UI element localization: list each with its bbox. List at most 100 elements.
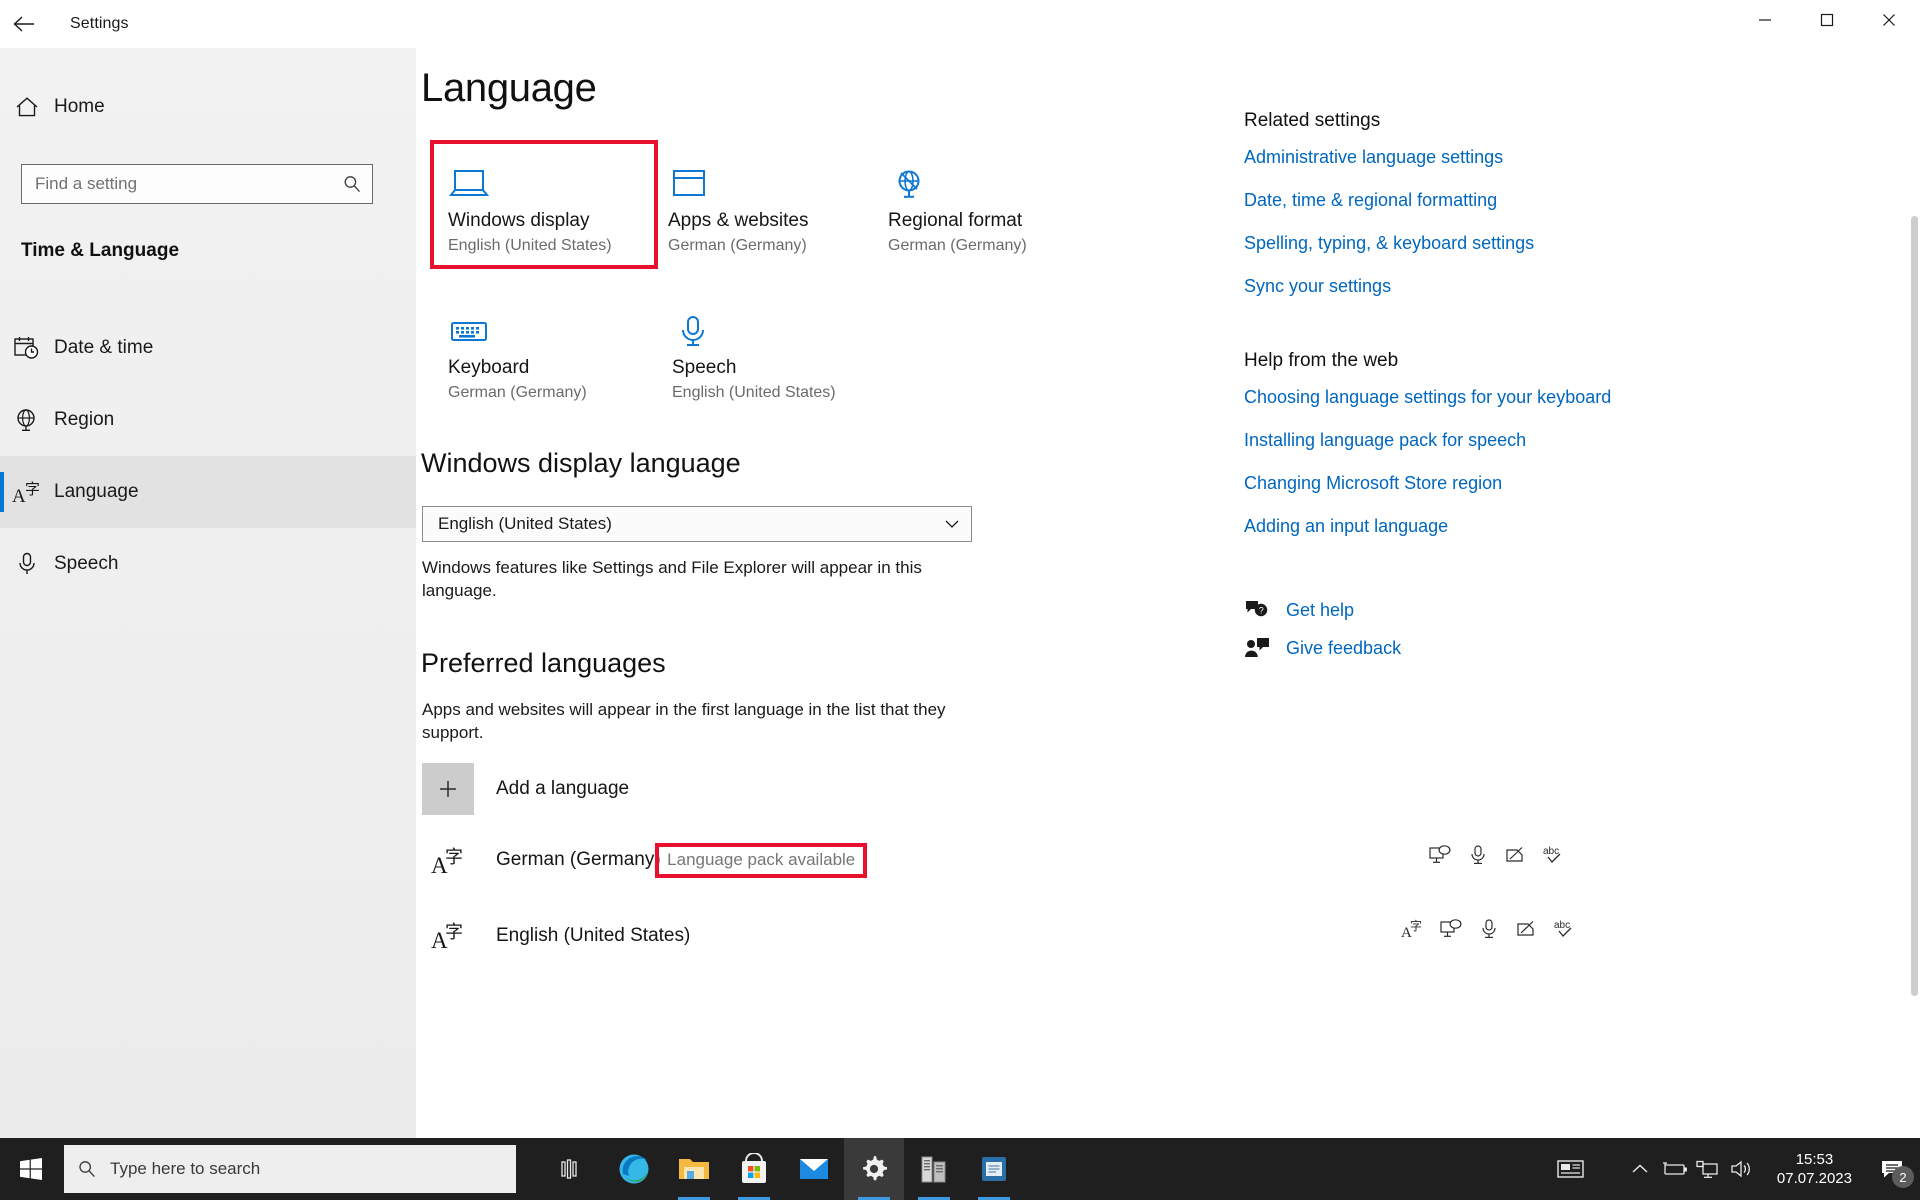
scrollbar[interactable] xyxy=(1906,96,1920,1186)
news-weather-icon[interactable] xyxy=(1545,1138,1597,1200)
server-manager-icon[interactable] xyxy=(904,1138,964,1200)
display-language-dropdown[interactable]: English (United States) xyxy=(422,506,972,542)
tile-row: Windows display English (United States) … xyxy=(430,140,1094,269)
task-view-icon[interactable] xyxy=(544,1138,604,1200)
chevron-down-icon xyxy=(933,518,971,530)
taskbar: Type here to search 15:53 07.07.2023 2 xyxy=(0,1138,1920,1200)
edge-icon[interactable] xyxy=(604,1138,664,1200)
language-name: English (United States) xyxy=(496,925,691,946)
language-row-actions: A 字 abc xyxy=(1401,916,1577,942)
notepad-icon[interactable] xyxy=(964,1138,1024,1200)
language-icon[interactable]: A 字 xyxy=(1401,916,1425,942)
battery-charging-icon[interactable] xyxy=(1657,1138,1691,1200)
sidebar-item-home[interactable]: Home xyxy=(0,83,416,131)
related-link-administrative[interactable]: Administrative language settings xyxy=(1244,146,1674,169)
tile-value: German (Germany) xyxy=(448,384,587,401)
sidebar-item-speech[interactable]: Speech xyxy=(0,528,416,600)
language-status: Language pack available xyxy=(655,842,868,878)
volume-icon[interactable] xyxy=(1725,1138,1759,1200)
add-language-label: Add a language xyxy=(496,778,630,799)
support-links: ? Get help Give feedback xyxy=(1244,598,1674,660)
tile-title: Keyboard xyxy=(448,357,530,378)
svg-text:abc: abc xyxy=(1543,846,1559,857)
microphone-icon xyxy=(0,551,54,577)
tile-title: Windows display xyxy=(448,210,590,231)
sidebar-item-label: Region xyxy=(54,409,115,430)
scrollbar-thumb[interactable] xyxy=(1911,216,1918,996)
spellcheck-icon[interactable]: abc xyxy=(1542,842,1566,868)
feedback-person-icon xyxy=(1244,636,1286,660)
chevron-up-icon[interactable] xyxy=(1623,1138,1657,1200)
help-link-input-language[interactable]: Adding an input language xyxy=(1244,515,1674,538)
help-link-store-region[interactable]: Changing Microsoft Store region xyxy=(1244,472,1674,495)
sidebar-item-label: Speech xyxy=(54,553,119,574)
microphone-icon xyxy=(672,299,870,347)
display-language-description: Windows features like Settings and File … xyxy=(422,558,922,600)
tile-windows-display[interactable]: Windows display English (United States) xyxy=(430,140,658,269)
list-item-text: English (United States) xyxy=(496,925,690,947)
search-input[interactable] xyxy=(22,174,332,194)
list-item[interactable]: A 字 English (United States) xyxy=(422,908,992,964)
list-item[interactable]: A 字 German (Germany) Language pack avail… xyxy=(422,833,992,889)
laptop-icon xyxy=(448,152,642,200)
maximize-button[interactable] xyxy=(1796,0,1858,40)
mail-icon[interactable] xyxy=(784,1138,844,1200)
globe-stand-icon xyxy=(0,407,54,433)
microsoft-store-icon[interactable] xyxy=(724,1138,784,1200)
handwriting-icon[interactable] xyxy=(1515,916,1539,942)
tile-regional-format[interactable]: Regional format German (Germany) xyxy=(874,144,1094,265)
tile-speech[interactable]: Speech English (United States) xyxy=(658,291,882,412)
action-center-icon[interactable]: 2 xyxy=(1866,1138,1920,1200)
get-help-button[interactable]: ? Get help xyxy=(1244,598,1674,622)
clock[interactable]: 15:53 07.07.2023 xyxy=(1777,1150,1852,1188)
tile-row: Keyboard German (Germany) Speech English… xyxy=(434,291,1094,412)
display-language-icon[interactable] xyxy=(1428,842,1452,868)
taskbar-search-placeholder: Type here to search xyxy=(110,1159,261,1178)
taskbar-search-box[interactable]: Type here to search xyxy=(64,1145,516,1193)
tile-title: Regional format xyxy=(888,210,1023,231)
file-explorer-icon[interactable] xyxy=(664,1138,724,1200)
section-heading-display-language: Windows display language xyxy=(421,448,741,478)
add-language-button[interactable]: Add a language xyxy=(422,763,629,815)
notification-count-badge: 2 xyxy=(1892,1166,1914,1188)
language-row-actions: abc xyxy=(1428,842,1566,868)
tile-value: German (Germany) xyxy=(668,237,807,254)
keyboard-icon xyxy=(448,299,646,347)
taskbar-apps xyxy=(544,1138,1024,1200)
sidebar-item-date-time[interactable]: Date & time xyxy=(0,312,416,384)
help-web-heading: Help from the web xyxy=(1244,350,1399,371)
window-icon xyxy=(668,152,862,200)
settings-icon[interactable] xyxy=(844,1138,904,1200)
get-help-label: Get help xyxy=(1286,599,1355,620)
search-box[interactable] xyxy=(21,164,373,204)
display-language-icon[interactable] xyxy=(1439,916,1463,942)
sidebar-item-region[interactable]: Region xyxy=(0,384,416,456)
speech-icon[interactable] xyxy=(1477,916,1501,942)
sidebar: Settings Home Time & Language xyxy=(0,0,416,1138)
related-link-date-time[interactable]: Date, time & regional formatting xyxy=(1244,189,1674,212)
search-icon xyxy=(332,174,372,194)
tile-title: Speech xyxy=(672,357,737,378)
tile-keyboard[interactable]: Keyboard German (Germany) xyxy=(434,291,658,412)
related-link-sync[interactable]: Sync your settings xyxy=(1244,275,1674,298)
dropdown-selected-value: English (United States) xyxy=(438,514,612,533)
related-link-spelling[interactable]: Spelling, typing, & keyboard settings xyxy=(1244,232,1674,255)
close-button[interactable] xyxy=(1858,0,1920,40)
tile-apps-websites[interactable]: Apps & websites German (Germany) xyxy=(654,144,874,265)
speech-icon[interactable] xyxy=(1466,842,1490,868)
sidebar-item-label: Home xyxy=(54,96,105,117)
back-arrow-icon[interactable] xyxy=(0,0,48,48)
list-item-text: German (Germany) Language pack available xyxy=(496,842,869,878)
sidebar-item-language[interactable]: A 字 Language xyxy=(0,456,416,528)
handwriting-icon[interactable] xyxy=(1504,842,1528,868)
windows-start-icon[interactable] xyxy=(0,1138,62,1200)
sidebar-nav-list: Date & time Region A 字 Language Speech xyxy=(0,312,416,600)
sidebar-item-label: Language xyxy=(54,481,139,502)
network-icon[interactable] xyxy=(1691,1138,1725,1200)
give-feedback-button[interactable]: Give feedback xyxy=(1244,636,1674,660)
svg-text:abc: abc xyxy=(1554,920,1570,931)
spellcheck-icon[interactable]: abc xyxy=(1553,916,1577,942)
help-link-speech-pack[interactable]: Installing language pack for speech xyxy=(1244,429,1674,452)
help-link-keyboard[interactable]: Choosing language settings for your keyb… xyxy=(1244,386,1674,409)
minimize-button[interactable] xyxy=(1734,0,1796,40)
